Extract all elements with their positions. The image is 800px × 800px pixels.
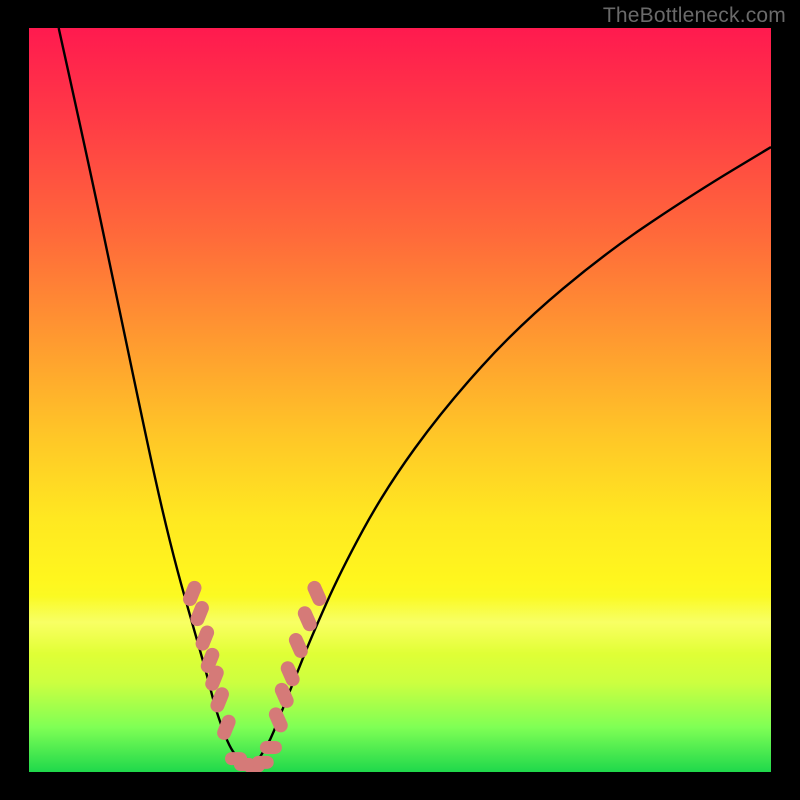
bead-marker — [273, 681, 296, 710]
curve-layer — [29, 28, 771, 772]
bead-marker — [203, 664, 226, 693]
bead-marker — [287, 631, 310, 660]
bead-marker — [296, 604, 319, 633]
watermark-text: TheBottleneck.com — [603, 4, 786, 28]
curve-right — [252, 147, 771, 768]
highlight-band — [29, 596, 771, 654]
bead-marker — [267, 705, 290, 734]
bead-marker — [199, 646, 222, 675]
plot-area — [29, 28, 771, 772]
bead-marker — [305, 579, 328, 608]
bead-marker — [279, 659, 302, 688]
bead-marker — [215, 713, 238, 742]
bead-marker — [208, 685, 231, 714]
bead-marker — [234, 758, 256, 771]
bead-marker — [252, 756, 274, 769]
bead-marker — [260, 741, 282, 754]
bead-marker — [181, 579, 204, 608]
bead-markers — [181, 579, 329, 772]
curve-left — [59, 28, 252, 768]
bead-marker — [193, 623, 216, 652]
bead-marker — [188, 599, 211, 628]
bottleneck-curve — [59, 28, 771, 768]
chart-frame: TheBottleneck.com — [0, 0, 800, 800]
bead-marker — [243, 760, 265, 772]
bead-marker — [225, 752, 247, 765]
